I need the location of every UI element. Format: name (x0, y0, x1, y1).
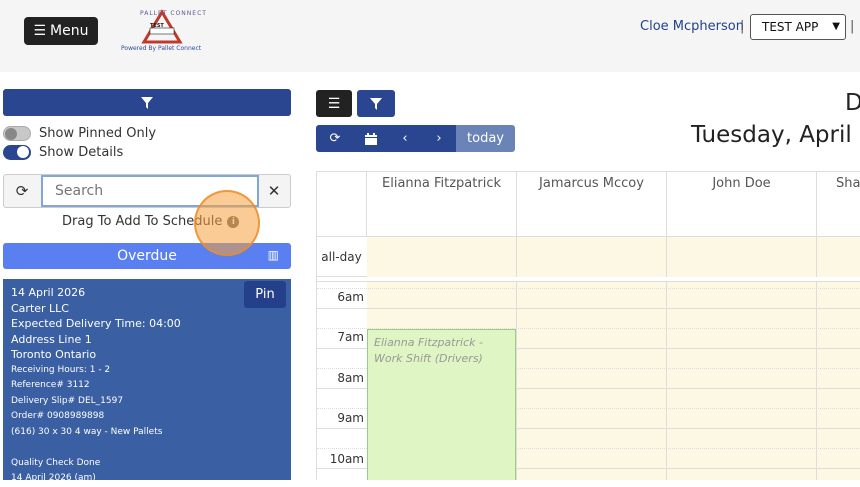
chevron-left-icon[interactable]: ‹ (388, 125, 422, 152)
card-address: Address Line 1 (11, 332, 92, 346)
time-label: 8am (337, 371, 364, 385)
calendar-filter-button[interactable] (357, 90, 395, 117)
click-indicator (194, 190, 260, 256)
card-city: Toronto Ontario (11, 348, 97, 361)
slot-line (317, 288, 860, 289)
toggle-switch[interactable] (3, 125, 31, 141)
overdue-label: Overdue (117, 248, 177, 264)
card-company: Carter LLC (11, 301, 69, 315)
hamburger-icon: ☰ (33, 23, 47, 39)
time-label: 9am (337, 411, 364, 425)
resource-column-header: Elianna Fitzpatrick (367, 172, 517, 236)
map-icon[interactable]: ▥ (268, 248, 279, 262)
close-icon[interactable]: ✕ (258, 175, 290, 207)
toggle-switch[interactable] (3, 144, 31, 160)
chevron-down-icon: ▼ (832, 21, 840, 32)
toggle-show-pinned[interactable]: Show Pinned Only (3, 125, 156, 141)
app-select[interactable]: TEST APP ▼ (750, 14, 846, 40)
card-receiving-hours: Receiving Hours: 1 - 2 (11, 364, 111, 375)
hamburger-icon: ☰ (327, 95, 341, 112)
app-select-value: TEST APP (762, 20, 819, 34)
hour-line (317, 308, 860, 309)
logo-badge: TEST (150, 23, 164, 29)
card-quality-check: Quality Check Done (11, 457, 101, 468)
time-slot-column[interactable] (667, 282, 817, 480)
resource-column-header: Shar (817, 172, 860, 236)
resource-column-header: John Doe (667, 172, 817, 236)
logo-text: PALLET CONNECT (140, 10, 207, 17)
delivery-card[interactable]: Pin 14 April 2026 Carter LLC Expected De… (3, 279, 291, 483)
separator: | (850, 19, 855, 34)
toggle-label: Show Details (39, 144, 124, 160)
time-label: 6am (337, 290, 364, 304)
refresh-icon[interactable]: ⟳ (316, 125, 354, 152)
calendar-event[interactable]: Elianna Fitzpatrick - Work Shift (Driver… (367, 329, 516, 480)
time-slot-column[interactable] (817, 282, 860, 480)
calendar-grid: Elianna Fitzpatrick Jamarcus Mccoy John … (316, 171, 860, 480)
resource-column-header: Jamarcus Mccoy (517, 172, 667, 236)
all-day-cell[interactable] (667, 237, 817, 277)
menu-button[interactable]: ☰ Menu (24, 17, 98, 45)
top-bar: ☰ Menu PALLET CONNECT TEST Powered By Pa… (0, 0, 860, 72)
all-day-cell[interactable] (367, 237, 517, 277)
all-day-cell[interactable] (817, 237, 860, 277)
time-axis-header (317, 172, 367, 236)
powered-by: Powered By Pallet Connect (121, 45, 202, 52)
toggle-label: Show Pinned Only (39, 125, 157, 141)
toggle-show-details[interactable]: Show Details (3, 144, 123, 160)
card-order: Order# 0908989898 (11, 411, 105, 421)
all-day-row: all-day (317, 236, 860, 277)
card-delivery-slip: Delivery Slip# DEL_1597 (11, 395, 124, 406)
card-spacer (11, 440, 283, 456)
time-label: 7am (337, 330, 364, 344)
today-button[interactable]: today (456, 125, 515, 152)
calendar-date-title: Tuesday, April 2 (691, 122, 860, 148)
all-day-cell[interactable] (517, 237, 667, 277)
card-expected-time: Expected Delivery Time: 04:00 (11, 317, 181, 330)
calendar-icon[interactable] (354, 125, 388, 152)
all-day-label: all-day (321, 250, 362, 264)
filter-icon (370, 97, 382, 110)
user-name-link[interactable]: Cloe Mcpherson (640, 19, 744, 34)
sidebar-filter-button[interactable] (3, 89, 291, 116)
card-quality-date: 14 April 2026 (am) (11, 473, 96, 483)
chevron-right-icon[interactable]: › (422, 125, 456, 152)
time-slot-column[interactable] (517, 282, 667, 480)
time-label: 10am (329, 452, 364, 466)
card-pallets: (616) 30 x 30 4 way - New Pallets (11, 426, 163, 437)
calendar-menu-button[interactable]: ☰ (316, 90, 352, 117)
calendar-view-title: D (845, 90, 860, 116)
card-reference: Reference# 3112 (11, 380, 90, 390)
card-date: 14 April 2026 (11, 286, 86, 299)
refresh-icon[interactable]: ⟳ (4, 175, 40, 207)
pin-button[interactable]: Pin (244, 281, 286, 308)
separator: | (740, 19, 745, 34)
calendar-nav-group: ⟳ ‹ › today (316, 125, 515, 152)
filter-icon (141, 96, 153, 109)
menu-label: Menu (50, 23, 89, 39)
